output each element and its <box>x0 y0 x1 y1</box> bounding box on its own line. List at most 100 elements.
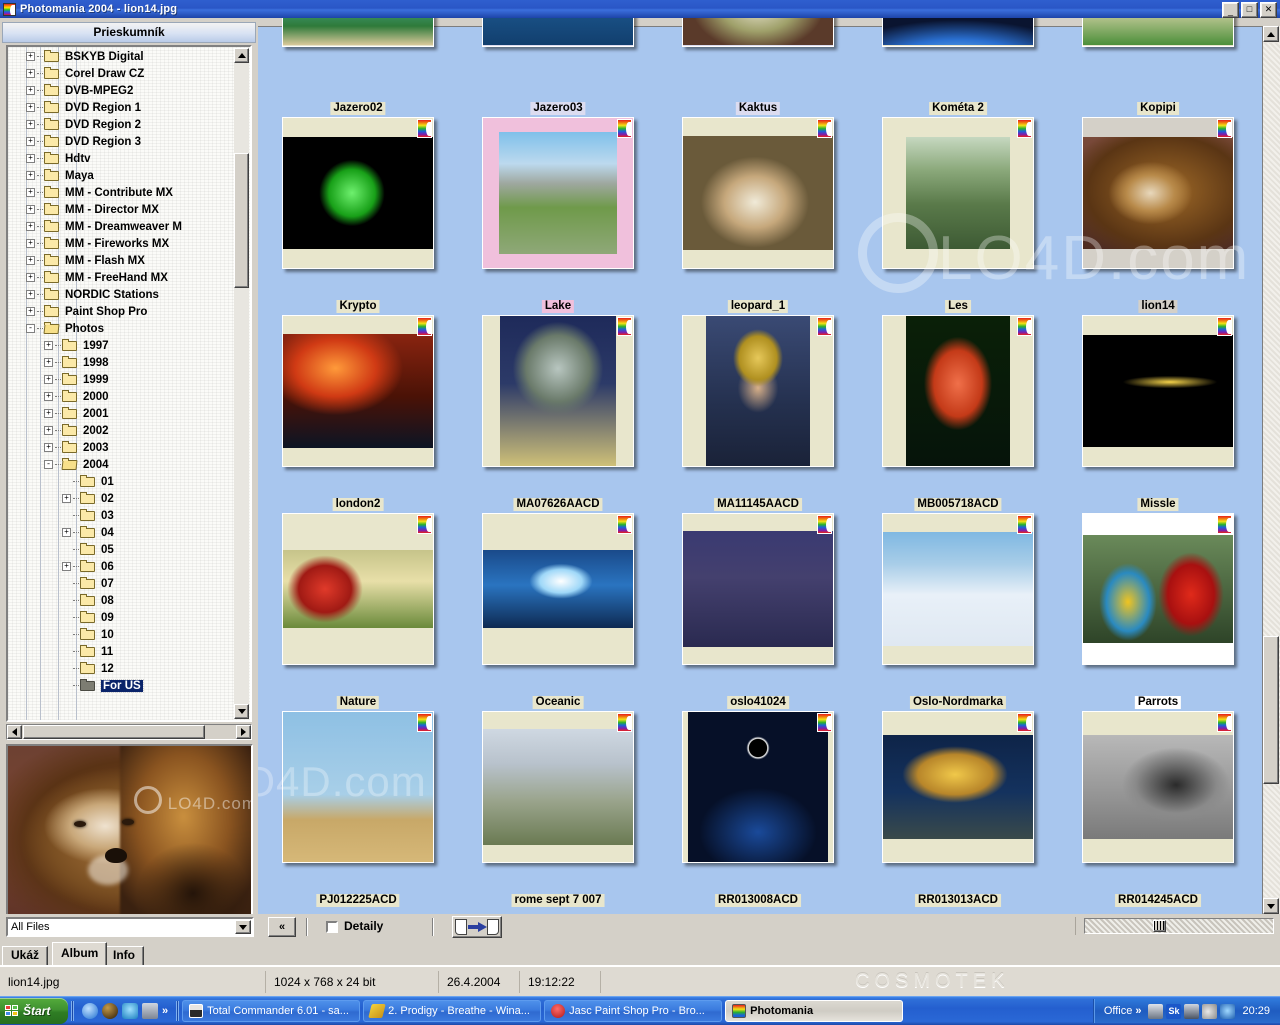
thumbnail-card[interactable] <box>682 711 834 863</box>
tree-item-04[interactable]: +04 <box>8 524 236 541</box>
expand-icon[interactable]: + <box>26 239 35 248</box>
tree-item-1997[interactable]: +1997 <box>8 337 236 354</box>
tree-item-05[interactable]: 05 <box>8 541 236 558</box>
image-preview[interactable]: LO4D.com <box>6 744 253 930</box>
tree-item-nordic-stations[interactable]: +NORDIC Stations <box>8 286 236 303</box>
thumbnail-card[interactable] <box>882 513 1034 665</box>
tree-item-10[interactable]: 10 <box>8 626 236 643</box>
thumbnail-cell[interactable]: Les <box>858 117 1058 315</box>
expand-icon[interactable]: + <box>26 52 35 61</box>
tree-scroll-left-button[interactable] <box>7 725 22 739</box>
tab-ukaz[interactable]: Ukáž <box>2 946 48 965</box>
expand-icon[interactable]: + <box>26 137 35 146</box>
tree-item-photos[interactable]: -Photos <box>8 320 236 337</box>
tree-item-dvd-region-3[interactable]: +DVD Region 3 <box>8 133 236 150</box>
taskbar-item-total-commander[interactable]: Total Commander 6.01 - sa... <box>182 1000 360 1022</box>
expand-icon[interactable]: + <box>26 256 35 265</box>
tree-item-1999[interactable]: +1999 <box>8 371 236 388</box>
expand-icon[interactable]: + <box>26 307 35 316</box>
expand-icon[interactable]: + <box>26 154 35 163</box>
folder-tree[interactable]: +Radio - UK Garage+BSKYB Digital+Corel D… <box>6 45 252 722</box>
tree-item-mm-dreamweaver-m[interactable]: +MM - Dreamweaver M <box>8 218 236 235</box>
expand-icon[interactable]: + <box>26 69 35 78</box>
thumbnail-card[interactable] <box>482 315 634 467</box>
thumbnail-cell[interactable]: Kométa 2 <box>858 27 1058 117</box>
collapse-icon[interactable]: - <box>44 460 53 469</box>
tree-item-dvd-region-2[interactable]: +DVD Region 2 <box>8 116 236 133</box>
content-scroll-thumb[interactable] <box>1263 636 1279 784</box>
zoom-slider[interactable] <box>1084 918 1274 934</box>
tree-item-01[interactable]: 01 <box>8 473 236 490</box>
thumbnail-cell[interactable]: MA07626AACD <box>458 315 658 513</box>
thumbnail-card[interactable] <box>1082 513 1234 665</box>
refresh-icon[interactable] <box>122 1003 138 1019</box>
content-scroll-down-button[interactable] <box>1263 898 1279 914</box>
expand-icon[interactable]: + <box>26 188 35 197</box>
tree-item-1998[interactable]: +1998 <box>8 354 236 371</box>
volume-icon[interactable] <box>1202 1004 1217 1019</box>
expand-icon[interactable]: + <box>62 494 71 503</box>
tree-item-2003[interactable]: +2003 <box>8 439 236 456</box>
expand-icon[interactable]: + <box>44 392 53 401</box>
tree-item-03[interactable]: 03 <box>8 507 236 524</box>
thumbnail-card[interactable] <box>882 117 1034 269</box>
expand-icon[interactable]: + <box>26 205 35 214</box>
network-icon[interactable] <box>1220 1004 1235 1019</box>
thumbnail-cell[interactable]: Lake <box>458 117 658 315</box>
thumbnail-card[interactable] <box>282 18 434 47</box>
chevron-down-icon[interactable] <box>235 920 251 934</box>
thumbnail-cell[interactable]: MB005718ACD <box>858 315 1058 513</box>
thumbnail-card[interactable] <box>482 18 634 47</box>
tree-scroll-thumb[interactable] <box>234 153 249 288</box>
tree-item-dvd-region-1[interactable]: +DVD Region 1 <box>8 99 236 116</box>
tab-album[interactable]: Album <box>52 942 107 965</box>
tab-info[interactable]: Info <box>104 946 144 965</box>
tree-item-bskyb-digital[interactable]: +BSKYB Digital <box>8 48 236 65</box>
thumbnail-card[interactable] <box>1082 117 1234 269</box>
thumbnail-card[interactable] <box>282 117 434 269</box>
thumbnail-cell[interactable]: rome sept 7 007 <box>458 711 658 909</box>
collapse-icon[interactable]: - <box>26 324 35 333</box>
expand-icon[interactable]: + <box>62 528 71 537</box>
expand-icon[interactable]: + <box>44 341 53 350</box>
tree-item-08[interactable]: 08 <box>8 592 236 609</box>
tree-item-for-us[interactable]: For US <box>8 677 236 694</box>
tree-item-02[interactable]: +02 <box>8 490 236 507</box>
thumbnail-cell[interactable]: lion14 <box>1058 117 1258 315</box>
tree-item-09[interactable]: 09 <box>8 609 236 626</box>
thumbnail-cell[interactable]: Jazero02 <box>258 27 458 117</box>
thumbnail-cell[interactable]: Missle <box>1058 315 1258 513</box>
thumbnail-cell[interactable]: Jazero03 <box>458 27 658 117</box>
thumbnail-card[interactable] <box>882 711 1034 863</box>
file-filter-combo[interactable]: All Files <box>6 917 254 937</box>
thumbnail-cell[interactable]: PJ012225ACD <box>258 711 458 909</box>
taskbar-item-photomania[interactable]: Photomania <box>725 1000 903 1022</box>
zoom-slider-thumb[interactable] <box>1153 920 1166 932</box>
expand-icon[interactable]: + <box>26 120 35 129</box>
thumbnail-cell[interactable]: RR013013ACD <box>858 711 1058 909</box>
tree-item-2001[interactable]: +2001 <box>8 405 236 422</box>
thumbnail-cell[interactable]: RR014245ACD <box>1058 711 1258 909</box>
thumbnail-card[interactable] <box>882 315 1034 467</box>
tree-item-dvb-mpeg2[interactable]: +DVB-MPEG2 <box>8 82 236 99</box>
content-vertical-scrollbar[interactable] <box>1262 26 1280 914</box>
tree-item-06[interactable]: +06 <box>8 558 236 575</box>
office-more[interactable]: » <box>1135 1005 1141 1017</box>
tree-item-maya[interactable]: +Maya <box>8 167 236 184</box>
thumbnail-cell[interactable]: Oceanic <box>458 513 658 711</box>
thumbnail-card[interactable] <box>1082 315 1234 467</box>
thumbnail-card[interactable] <box>282 315 434 467</box>
thumbnail-card[interactable] <box>482 513 634 665</box>
thumbnail-card[interactable] <box>482 117 634 269</box>
tree-item-12[interactable]: 12 <box>8 660 236 677</box>
expand-icon[interactable]: + <box>26 273 35 282</box>
thumbnail-card[interactable] <box>282 513 434 665</box>
taskbar-item-paint-shop-pro[interactable]: Jasc Paint Shop Pro - Bro... <box>544 1000 722 1022</box>
expand-icon[interactable]: + <box>26 222 35 231</box>
expand-icon[interactable]: + <box>44 358 53 367</box>
thumbnail-card[interactable] <box>882 18 1034 47</box>
expand-icon[interactable]: + <box>26 290 35 299</box>
tree-item-mm-director-mx[interactable]: +MM - Director MX <box>8 201 236 218</box>
next-page-button[interactable] <box>452 916 502 938</box>
tree-horizontal-scrollbar[interactable] <box>6 724 252 740</box>
